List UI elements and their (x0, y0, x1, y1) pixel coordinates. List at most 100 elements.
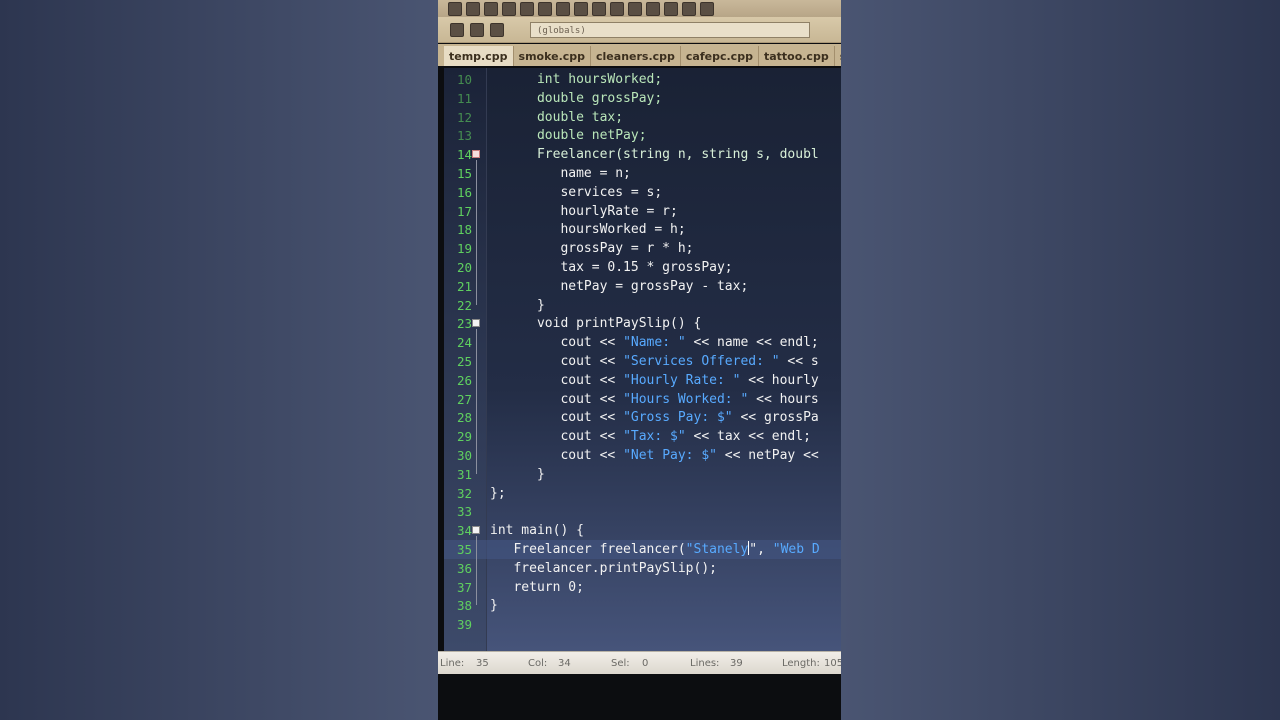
code-segment: cout << (490, 448, 624, 463)
tab-file[interactable]: cleaners.cpp (591, 46, 681, 66)
code-segment: cout << (490, 354, 624, 369)
code-line[interactable]: 32}; (444, 484, 841, 503)
new-file-icon[interactable] (448, 1, 462, 16)
code-line[interactable]: 22 } (444, 296, 841, 315)
code-text: grossPay = r * h; (490, 241, 694, 257)
code-text: cout << "Services Offered: " << s (490, 352, 819, 371)
line-number: 20 (456, 260, 472, 275)
class-toolbar: (globals) (438, 17, 841, 43)
debug-icon[interactable] (664, 1, 678, 16)
code-text: services = s; (490, 184, 663, 200)
goto-bookmark-icon[interactable] (490, 22, 504, 37)
code-line[interactable]: 37 return 0; (444, 578, 841, 597)
line-number: 22 (456, 297, 472, 313)
code-line[interactable]: 25 cout << "Services Offered: " << s (444, 352, 841, 371)
scope-dropdown[interactable]: (globals) (530, 21, 810, 38)
code-line[interactable]: 29 cout << "Tax: $" << tax << endl; (444, 427, 841, 446)
status-lines-label: Lines: (690, 657, 720, 669)
code-line[interactable]: 34 int main() { (444, 521, 841, 540)
line-number: 36 (456, 560, 472, 576)
status-line-label: Line: (440, 657, 465, 669)
code-line[interactable]: 17 hourlyRate = r; (444, 202, 841, 221)
tab-file[interactable]: temp.cpp (444, 46, 514, 66)
save-icon[interactable] (484, 1, 498, 16)
line-number: 15 (456, 166, 472, 181)
code-line[interactable]: 11 double grossPay; (444, 89, 841, 108)
code-line[interactable]: 26 cout << "Hourly Rate: " << hourly (444, 371, 841, 390)
code-text: Freelancer(string n, string s, doubl (490, 147, 819, 163)
fold-guide (476, 536, 477, 606)
code-line[interactable]: 27 cout << "Hours Worked: " << hours (444, 390, 841, 409)
code-line[interactable]: 13 double netPay; (444, 126, 841, 145)
bookmark-icon[interactable] (470, 22, 484, 37)
code-line[interactable]: 24 cout << "Name: " << name << endl; (444, 333, 841, 352)
run-icon[interactable] (610, 1, 624, 16)
save-all-icon[interactable] (502, 1, 516, 16)
file-tabs: temp.cpp smoke.cpp cleaners.cpp cafepc.cpp t… (438, 44, 841, 66)
code-segment: << s (779, 354, 819, 369)
tab-file[interactable]: sgpa.cpp (835, 46, 841, 66)
line-number: 27 (456, 391, 472, 407)
code-line[interactable]: 35 Freelancer freelancer("Stanely", "Web… (444, 540, 841, 559)
code-line[interactable]: 39 (444, 615, 841, 634)
code-text: double tax; (490, 109, 624, 125)
code-line[interactable]: 23 void printPaySlip() { (444, 314, 841, 333)
build-icon[interactable] (628, 1, 642, 16)
code-line[interactable]: 21 netPay = grossPay - tax; (444, 277, 841, 296)
code-line[interactable]: 15 name = n; (444, 164, 841, 183)
code-line[interactable]: 14 Freelancer(string n, string s, doubl (444, 145, 841, 164)
code-text: int hoursWorked; (490, 72, 663, 87)
code-text: tax = 0.15 * grossPay; (490, 260, 733, 275)
code-text: cout << "Net Pay: $" << netPay << (490, 446, 818, 465)
code-line[interactable]: 31 } (444, 465, 841, 484)
code-text: double grossPay; (490, 90, 663, 106)
code-editor[interactable]: 10 int hoursWorked; 11 double grossPay; 12… (444, 68, 841, 651)
fold-toggle-icon[interactable] (472, 150, 480, 159)
insert-icon[interactable] (450, 22, 464, 37)
undo-icon[interactable] (556, 1, 570, 16)
code-line[interactable]: 36 freelancer.printPaySlip(); (444, 559, 841, 578)
stop-icon[interactable] (682, 1, 696, 16)
close-file-icon[interactable] (520, 1, 534, 16)
line-number: 25 (456, 354, 472, 369)
code-segment: ", (749, 542, 773, 557)
chart-icon[interactable] (700, 1, 714, 16)
line-number: 12 (456, 109, 472, 125)
code-line[interactable]: 20 tax = 0.15 * grossPay; (444, 258, 841, 277)
line-number: 10 (456, 72, 472, 87)
code-line[interactable]: 38} (444, 596, 841, 615)
code-line[interactable]: 33 (444, 502, 841, 521)
compile-icon[interactable] (592, 1, 606, 16)
rebuild-icon[interactable] (646, 1, 660, 16)
code-text: void printPaySlip() { (490, 316, 702, 332)
status-sel-value: 0 (642, 657, 649, 669)
print-icon[interactable] (538, 1, 552, 16)
line-number: 38 (456, 598, 472, 614)
open-file-icon[interactable] (466, 1, 480, 16)
status-length-label: Length: (782, 657, 820, 669)
code-text: return 0; (490, 579, 584, 595)
code-segment: cout << (490, 335, 624, 351)
code-line[interactable]: 10 int hoursWorked; (444, 70, 841, 89)
code-text: name = n; (490, 166, 631, 181)
fold-toggle-icon[interactable] (472, 319, 480, 328)
tab-file[interactable]: tattoo.cpp (759, 46, 835, 66)
code-line[interactable]: 16 services = s; (444, 183, 841, 202)
code-text: double netPay; (490, 128, 647, 144)
code-line[interactable]: 28 cout << "Gross Pay: $" << grossPa (444, 408, 841, 427)
redo-icon[interactable] (574, 1, 588, 16)
blurred-backdrop-left (0, 0, 438, 720)
code-text: cout << "Tax: $" << tax << endl; (490, 427, 810, 446)
code-line[interactable]: 30 cout << "Net Pay: $" << netPay << (444, 446, 841, 465)
line-number: 13 (456, 128, 472, 144)
tab-file[interactable]: cafepc.cpp (681, 46, 759, 66)
line-number: 39 (456, 617, 472, 633)
code-segment: << hours (748, 391, 819, 407)
status-line-value: 35 (476, 657, 489, 669)
tab-file[interactable]: smoke.cpp (514, 46, 592, 66)
code-line[interactable]: 18 hoursWorked = h; (444, 220, 841, 239)
code-segment: cout << (490, 372, 624, 388)
fold-toggle-icon[interactable] (472, 526, 480, 535)
code-line[interactable]: 12 double tax; (444, 108, 841, 127)
code-line[interactable]: 19 grossPay = r * h; (444, 239, 841, 258)
